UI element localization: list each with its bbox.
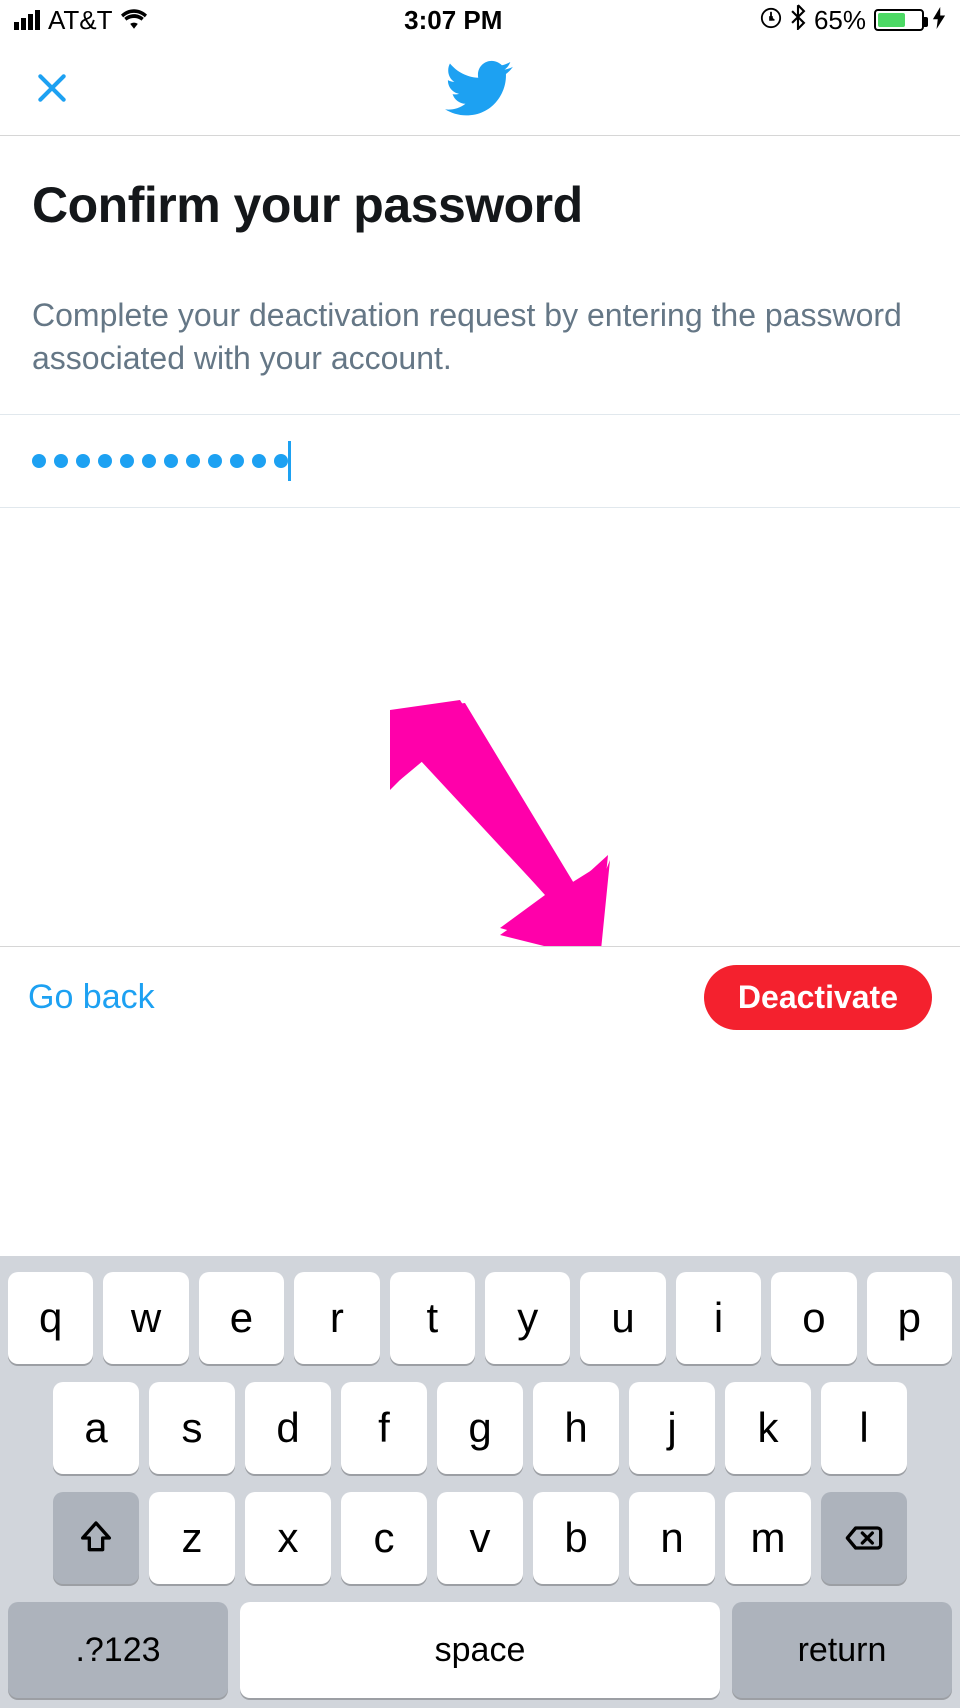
key-w[interactable]: w	[103, 1272, 188, 1364]
shift-icon	[76, 1518, 116, 1558]
password-dot	[120, 454, 134, 468]
key-p[interactable]: p	[867, 1272, 952, 1364]
bluetooth-icon	[790, 4, 806, 37]
password-dot	[76, 454, 90, 468]
password-dot	[32, 454, 46, 468]
password-dot	[98, 454, 112, 468]
key-b[interactable]: b	[533, 1492, 619, 1584]
key-n[interactable]: n	[629, 1492, 715, 1584]
key-j[interactable]: j	[629, 1382, 715, 1474]
mode-switch-key[interactable]: .?123	[8, 1602, 228, 1698]
close-button[interactable]	[30, 66, 74, 110]
rotation-lock-icon	[760, 5, 782, 36]
key-q[interactable]: q	[8, 1272, 93, 1364]
key-z[interactable]: z	[149, 1492, 235, 1584]
status-bar: AT&T 3:07 PM 65%	[0, 0, 960, 40]
keyboard-row-4: .?123 space return	[8, 1602, 952, 1698]
status-time: 3:07 PM	[404, 5, 502, 36]
keyboard-row-3: zxcvbnm	[8, 1492, 952, 1584]
password-dot	[54, 454, 68, 468]
key-s[interactable]: s	[149, 1382, 235, 1474]
status-left: AT&T	[14, 5, 147, 36]
key-k[interactable]: k	[725, 1382, 811, 1474]
return-key[interactable]: return	[732, 1602, 952, 1698]
text-caret	[288, 441, 291, 481]
key-g[interactable]: g	[437, 1382, 523, 1474]
key-e[interactable]: e	[199, 1272, 284, 1364]
wifi-icon	[121, 5, 147, 36]
space-key[interactable]: space	[240, 1602, 720, 1698]
status-right: 65%	[760, 4, 946, 37]
page-description: Complete your deactivation request by en…	[32, 294, 928, 380]
key-t[interactable]: t	[390, 1272, 475, 1364]
key-d[interactable]: d	[245, 1382, 331, 1474]
charging-icon	[932, 5, 946, 36]
key-x[interactable]: x	[245, 1492, 331, 1584]
password-dot	[142, 454, 156, 468]
nav-bar	[0, 40, 960, 136]
battery-percent: 65%	[814, 5, 866, 36]
carrier-label: AT&T	[48, 5, 113, 36]
password-dot	[230, 454, 244, 468]
key-m[interactable]: m	[725, 1492, 811, 1584]
key-u[interactable]: u	[580, 1272, 665, 1364]
on-screen-keyboard: qwertyuiop asdfghjkl zxcvbnm .?123 space…	[0, 1256, 960, 1708]
key-o[interactable]: o	[771, 1272, 856, 1364]
close-icon	[32, 68, 72, 108]
password-dot	[274, 454, 288, 468]
key-l[interactable]: l	[821, 1382, 907, 1474]
shift-key[interactable]	[53, 1492, 139, 1584]
deactivate-button[interactable]: Deactivate	[704, 965, 932, 1030]
backspace-icon	[844, 1518, 884, 1558]
password-dot	[186, 454, 200, 468]
password-mask	[32, 454, 288, 468]
annotation-arrow-icon	[350, 700, 610, 960]
key-f[interactable]: f	[341, 1382, 427, 1474]
backspace-key[interactable]	[821, 1492, 907, 1584]
password-input[interactable]	[0, 414, 960, 508]
key-a[interactable]: a	[53, 1382, 139, 1474]
password-dot	[164, 454, 178, 468]
twitter-logo-icon	[445, 53, 515, 123]
key-c[interactable]: c	[341, 1492, 427, 1584]
page-title: Confirm your password	[32, 176, 928, 234]
password-dot	[252, 454, 266, 468]
cellular-signal-icon	[14, 10, 40, 30]
key-r[interactable]: r	[294, 1272, 379, 1364]
key-i[interactable]: i	[676, 1272, 761, 1364]
battery-icon	[874, 9, 924, 31]
key-y[interactable]: y	[485, 1272, 570, 1364]
action-bar: Go back Deactivate	[0, 946, 960, 1048]
main-content: Confirm your password Complete your deac…	[0, 136, 960, 508]
go-back-link[interactable]: Go back	[28, 978, 155, 1017]
key-h[interactable]: h	[533, 1382, 619, 1474]
password-dot	[208, 454, 222, 468]
key-v[interactable]: v	[437, 1492, 523, 1584]
